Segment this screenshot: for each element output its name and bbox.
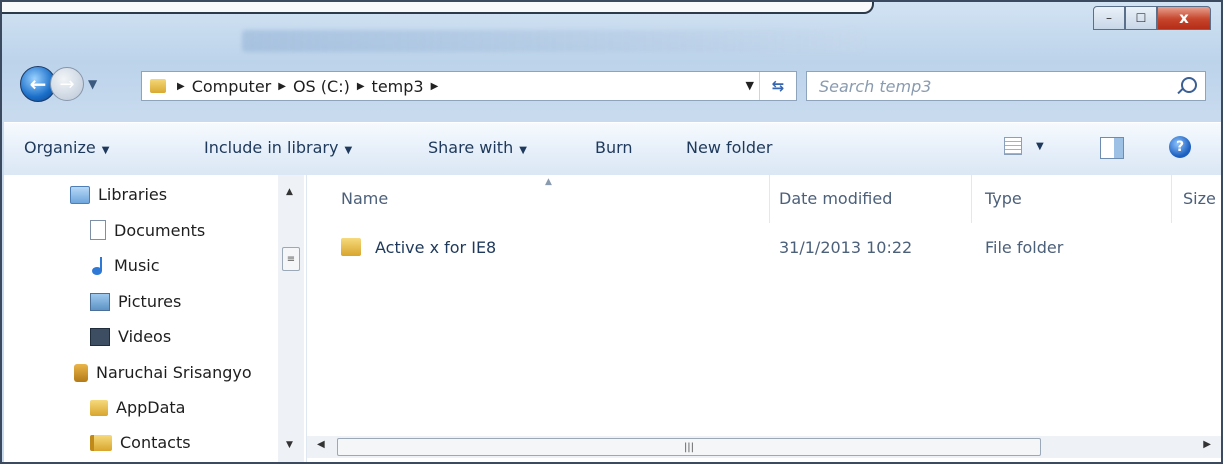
window-controls: – ☐ x [1093,6,1211,30]
new-folder-button[interactable]: New folder [686,138,772,157]
column-divider[interactable] [769,175,770,223]
chevron-right-icon[interactable]: ▶ [278,81,286,92]
nav-item-label: Documents [114,220,206,240]
caret-down-icon: ▼ [101,145,110,156]
organize-button[interactable]: Organize ▼ [24,138,109,157]
navigation-buttons: ← → ▼ [20,66,97,102]
scroll-left-icon[interactable]: ◀ [317,439,325,450]
include-in-library-label: Include in library [204,138,339,157]
file-date: 31/1/2013 10:22 [779,237,913,257]
chevron-right-icon[interactable]: ▶ [177,81,185,92]
nav-item-label: Naruchai Srisangyo [96,363,252,382]
close-button[interactable]: x [1157,6,1211,30]
caret-down-icon: ▼ [519,145,527,156]
breadcrumb-computer[interactable]: Computer [192,77,272,96]
back-arrow-icon: ← [29,72,47,96]
share-with-button[interactable]: Share with ▼ [428,138,527,157]
nav-item-label: AppData [116,398,186,417]
recent-pages-dropdown[interactable]: ▼ [88,77,97,91]
nav-item-user-folder[interactable]: Naruchai Srisangyo [74,363,252,382]
background-blur [242,30,862,52]
address-bar[interactable]: ▶ Computer ▶ OS (C:) ▶ temp3 ▶ ▼ ⇆ [141,71,797,101]
scroll-down-icon[interactable]: ▼ [286,440,293,450]
column-header-name[interactable]: Name [341,189,388,208]
column-header-date-modified[interactable]: Date modified [779,189,892,208]
nav-item-label: Videos [118,327,172,346]
breadcrumb-temp3[interactable]: temp3 [372,77,424,96]
folder-icon [341,238,361,256]
search-icon[interactable] [1181,77,1197,93]
nav-item-videos[interactable]: Videos [90,327,171,346]
details-view-icon [1004,137,1022,155]
help-icon[interactable]: ? [1169,136,1191,158]
horizontal-scrollbar[interactable]: ◀ ||| ▶ [307,436,1221,458]
folder-icon [90,399,108,416]
file-name: Active x for IE8 [375,237,497,257]
column-header-size[interactable]: Size [1183,189,1216,208]
user-folder-icon [74,363,88,382]
videos-icon [90,327,110,346]
search-input[interactable]: Search temp3 [819,77,931,96]
folder-icon [150,79,166,93]
nav-item-label: Libraries [98,185,168,204]
column-divider[interactable] [1171,175,1172,223]
sort-ascending-icon: ▲ [545,177,552,187]
file-type: File folder [985,237,1064,257]
scroll-right-icon[interactable]: ▶ [1203,439,1211,450]
burn-button[interactable]: Burn [595,138,633,157]
file-list-pane: ▲ Name Date modified Type Size Active x … [307,175,1221,462]
music-icon [92,256,106,275]
nav-item-label: Music [114,256,160,275]
refresh-icon: ⇆ [771,77,785,95]
command-bar: Organize ▼ Include in library ▼ Share with… [4,122,1221,176]
caret-down-icon: ▼ [344,145,353,156]
organize-label: Organize [24,138,96,157]
nav-item-libraries[interactable]: Libraries [70,185,167,204]
file-row[interactable]: Active x for IE8 31/1/2013 10:22 File fo… [341,235,1101,259]
chevron-right-icon[interactable]: ▶ [431,81,439,92]
pictures-icon [90,292,110,311]
navigation-pane: Libraries Documents Music Pictures Video… [4,175,307,462]
include-in-library-button[interactable]: Include in library ▼ [204,138,352,157]
minimize-button[interactable]: – [1093,6,1125,30]
column-divider[interactable] [971,175,972,223]
search-box[interactable]: Search temp3 [806,71,1206,101]
nav-vertical-scrollbar[interactable]: ▲ ≡ ▼ [278,175,304,462]
refresh-button[interactable]: ⇆ [759,72,796,100]
nav-item-label: Contacts [120,433,191,452]
forward-button[interactable]: → [50,67,84,101]
forward-arrow-icon: → [59,73,75,95]
document-icon [90,220,106,240]
nav-item-music[interactable]: Music [92,256,160,275]
chevron-right-icon[interactable]: ▶ [357,81,365,92]
change-view-button[interactable]: ▼ [1004,137,1044,155]
scroll-up-icon[interactable]: ▲ [286,187,293,197]
caret-down-icon: ▼ [1036,140,1044,152]
column-header-type[interactable]: Type [985,189,1022,208]
library-icon [70,185,90,204]
nav-item-documents[interactable]: Documents [90,220,205,240]
explorer-window: – ☐ x ← → ▼ ▶ Computer ▶ OS (C:) ▶ temp3… [0,0,1223,464]
nav-item-contacts[interactable]: Contacts [90,433,191,452]
contacts-icon [90,434,112,451]
nav-item-pictures[interactable]: Pictures [90,292,181,311]
maximize-button[interactable]: ☐ [1125,6,1157,30]
address-history-dropdown[interactable]: ▼ [746,79,754,92]
background-window-edge [2,2,874,14]
preview-pane-button[interactable] [1100,137,1124,159]
scroll-thumb[interactable]: ≡ [282,247,300,271]
nav-item-appdata[interactable]: AppData [90,398,185,417]
breadcrumb-os-c[interactable]: OS (C:) [293,77,350,96]
share-with-label: Share with [428,138,514,157]
scroll-thumb[interactable]: ||| [337,438,1041,456]
nav-item-label: Pictures [118,292,182,311]
